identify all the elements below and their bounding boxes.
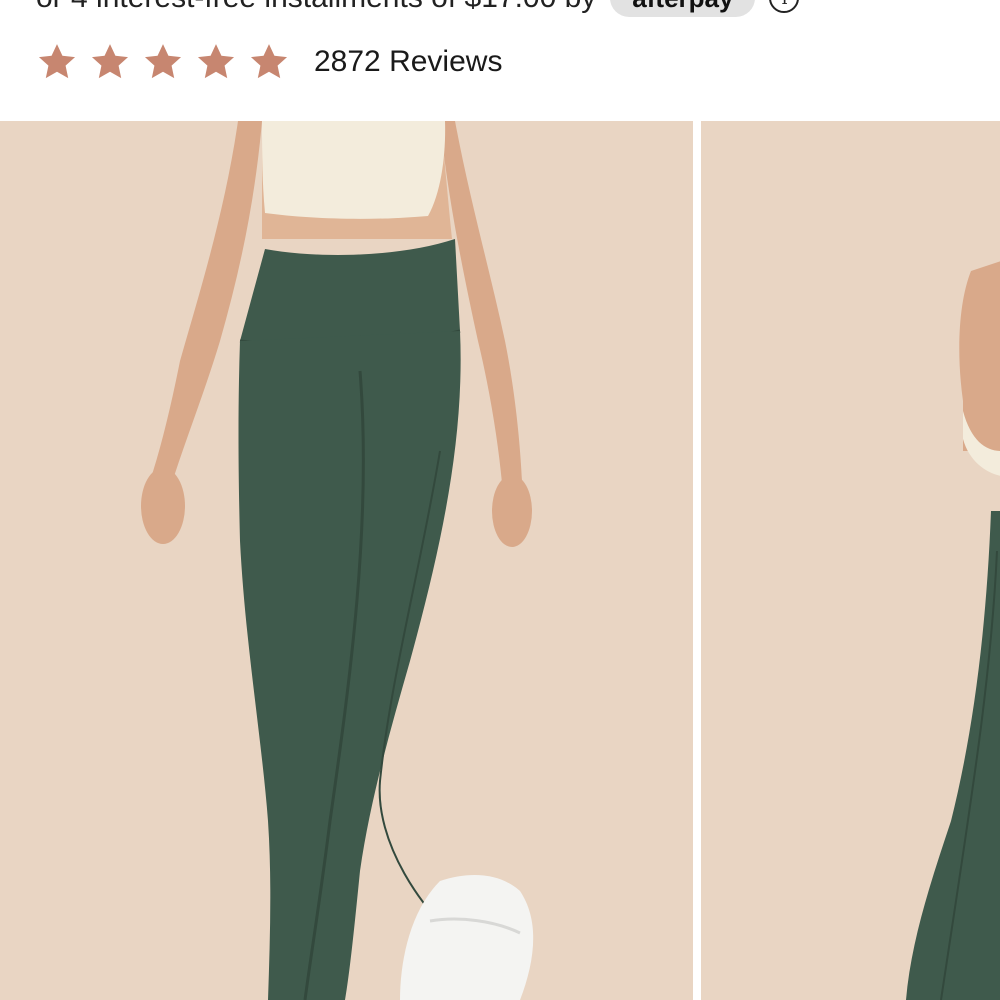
product-image-gallery[interactable]	[0, 121, 1000, 1000]
star-icon	[248, 41, 290, 83]
star-icon	[142, 41, 184, 83]
product-image-legging-side[interactable]	[701, 121, 1000, 1000]
model-illustration	[701, 121, 1000, 1000]
star-rating	[36, 41, 290, 83]
star-icon	[195, 41, 237, 83]
installments-row: or 4 interest-free installments of $17.0…	[36, 0, 800, 18]
rating-row: 2872 Reviews	[36, 38, 502, 86]
model-illustration	[0, 121, 693, 1000]
star-icon	[89, 41, 131, 83]
star-icon	[36, 41, 78, 83]
afterpay-badge[interactable]: afterpay	[610, 0, 756, 17]
info-icon[interactable]: i	[769, 0, 800, 13]
installments-text: or 4 interest-free installments of $17.0…	[36, 0, 596, 15]
reviews-link[interactable]: 2872 Reviews	[314, 45, 502, 79]
product-image-legging-front[interactable]	[0, 121, 693, 1000]
